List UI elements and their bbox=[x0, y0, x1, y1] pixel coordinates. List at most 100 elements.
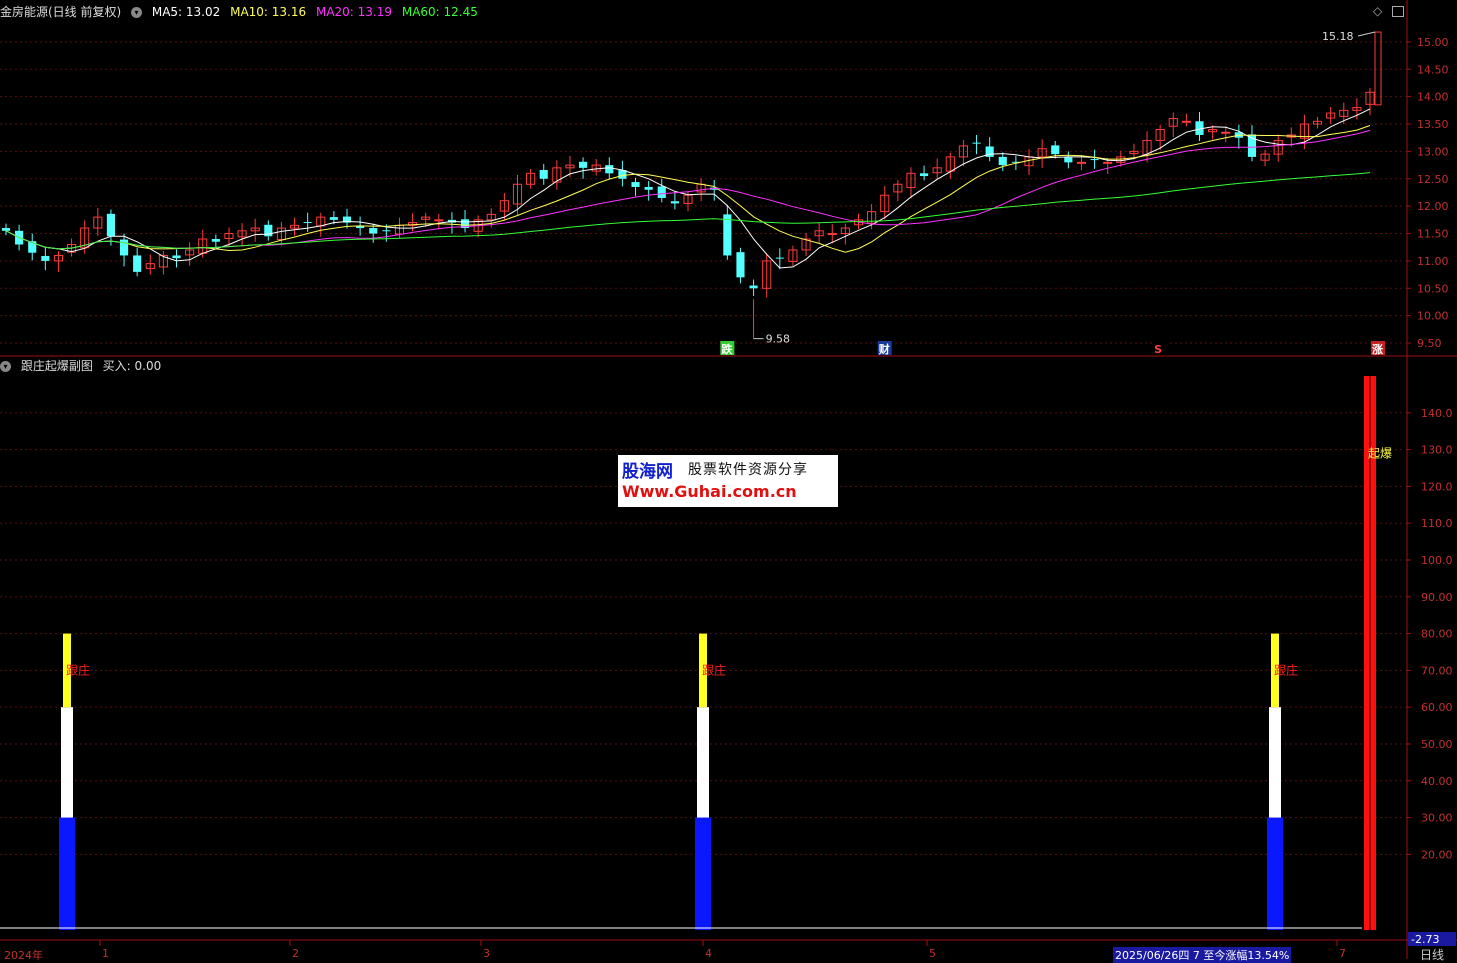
genzhuang-bar-blue bbox=[1267, 817, 1283, 930]
candle-body bbox=[1076, 161, 1087, 164]
candle-body bbox=[1090, 159, 1099, 161]
candle-body bbox=[579, 161, 588, 168]
candle-body bbox=[329, 217, 338, 220]
month-label: 4 bbox=[705, 947, 712, 959]
year-label: 2024年 bbox=[4, 949, 43, 962]
sub-header: ▾ 跟庄起爆副图 买入: 0.00 bbox=[0, 356, 167, 376]
candle-body bbox=[133, 255, 142, 272]
month-label: 1 bbox=[102, 947, 109, 959]
price-tick-label: 9.50 bbox=[1417, 337, 1442, 350]
candle-body bbox=[605, 165, 614, 174]
candle-body bbox=[723, 214, 732, 256]
price-tick-label: 15.00 bbox=[1417, 36, 1449, 49]
genzhuang-label: 跟庄 bbox=[66, 662, 90, 677]
genzhuang-label: 跟庄 bbox=[702, 662, 726, 677]
indicator-tick-label: 100.0 bbox=[1421, 554, 1453, 567]
candle-body bbox=[657, 186, 666, 198]
candle-body bbox=[1064, 157, 1073, 163]
candle-body bbox=[434, 219, 444, 222]
watermark-brand: 股海网 bbox=[622, 462, 673, 482]
low-label: 9.58 bbox=[766, 333, 791, 346]
diamond-icon[interactable]: ◇ bbox=[1373, 4, 1382, 18]
watermark: 股海网 股票软件资源分享 Www.Guhai.com.cn bbox=[618, 455, 838, 507]
indicator-tick-label: 60.00 bbox=[1421, 701, 1453, 714]
candle-body bbox=[1051, 145, 1060, 155]
genzhuang-bar-white bbox=[1269, 707, 1281, 818]
marker-die: 跌 bbox=[721, 342, 733, 356]
candle-body bbox=[775, 257, 784, 259]
watermark-url: Www.Guhai.com.cn bbox=[622, 482, 797, 501]
dropdown-icon[interactable]: ▾ bbox=[0, 361, 11, 372]
candle-body bbox=[106, 213, 115, 237]
indicator-tick-label: 70.00 bbox=[1421, 664, 1453, 677]
price-tick-label: 13.50 bbox=[1417, 118, 1449, 131]
month-label: 5 bbox=[929, 947, 936, 959]
price-tick-label: 13.00 bbox=[1417, 145, 1449, 158]
marker-zhang: 涨 bbox=[1372, 342, 1383, 356]
month-label: 2 bbox=[292, 947, 299, 959]
high-pointer bbox=[1357, 31, 1376, 37]
indicator-tick-label: 140.0 bbox=[1421, 407, 1453, 420]
price-tick-label: 14.50 bbox=[1417, 63, 1449, 76]
price-tick-label: 11.50 bbox=[1417, 228, 1449, 241]
genzhuang-label: 跟庄 bbox=[1274, 662, 1298, 677]
indicator-tick-label: 80.00 bbox=[1421, 628, 1453, 641]
candle-body bbox=[1, 228, 11, 231]
ma10-label: MA10: 13.16 bbox=[230, 5, 307, 19]
genzhuang-bar-blue bbox=[695, 817, 711, 930]
stock-title[interactable]: 金房能源(日线 前复权) bbox=[0, 5, 121, 19]
candle-body bbox=[1221, 131, 1231, 134]
genzhuang-bar-white bbox=[61, 707, 73, 818]
candle-body bbox=[644, 187, 653, 190]
candle-body bbox=[1181, 120, 1191, 123]
qibao-label: 起爆 bbox=[1368, 446, 1392, 460]
candle-body bbox=[749, 285, 758, 289]
range-info: 2025/06/26四 7 至今涨幅13.54% bbox=[1113, 947, 1292, 963]
period-label[interactable]: 日线 bbox=[1420, 946, 1444, 963]
indicator-tick-label: 20.00 bbox=[1421, 848, 1453, 861]
price-tick-label: 11.00 bbox=[1417, 255, 1449, 268]
indicator-title[interactable]: 跟庄起爆副图 bbox=[21, 359, 93, 373]
baseline-label: -2.73 bbox=[1411, 933, 1439, 946]
indicator-tick-label: 90.00 bbox=[1421, 591, 1453, 604]
ma5-label: MA5: 13.02 bbox=[151, 5, 221, 19]
candle-body bbox=[972, 142, 981, 144]
genzhuang-bar-blue bbox=[59, 817, 75, 930]
price-tick-label: 12.00 bbox=[1417, 200, 1449, 213]
candle-body bbox=[827, 233, 837, 236]
watermark-tagline: 股票软件资源分享 bbox=[688, 462, 808, 478]
genzhuang-bar-white bbox=[697, 707, 709, 818]
candle-body bbox=[998, 156, 1007, 166]
marker-s: S bbox=[1154, 343, 1162, 356]
price-tick-label: 10.50 bbox=[1417, 282, 1449, 295]
price-tick-label: 12.50 bbox=[1417, 173, 1449, 186]
candle-body bbox=[670, 201, 679, 204]
high-label: 15.18 bbox=[1322, 30, 1354, 43]
buy-value: 买入: 0.00 bbox=[102, 359, 162, 373]
ma5-line bbox=[5, 108, 1371, 269]
window-restore-icon[interactable] bbox=[1392, 6, 1404, 17]
candle-body bbox=[303, 222, 312, 224]
indicator-tick-label: 40.00 bbox=[1421, 775, 1453, 788]
indicator-tick-label: 110.0 bbox=[1421, 517, 1453, 530]
price-tick-label: 14.00 bbox=[1417, 91, 1449, 104]
price-tick-label: 10.00 bbox=[1417, 310, 1449, 323]
candle-body bbox=[736, 252, 745, 278]
candle-body bbox=[1103, 161, 1113, 164]
indicator-tick-label: 120.0 bbox=[1421, 480, 1453, 493]
dropdown-icon[interactable]: ▾ bbox=[131, 7, 143, 18]
price-header: 金房能源(日线 前复权) ▾ MA5: 13.02 MA10: 13.16 MA… bbox=[0, 2, 484, 22]
ma20-label: MA20: 13.19 bbox=[315, 5, 393, 19]
ma60-label: MA60: 12.45 bbox=[401, 5, 478, 19]
candle-body bbox=[631, 182, 640, 187]
month-label: 3 bbox=[483, 947, 490, 959]
candle-body bbox=[539, 170, 548, 179]
candle-body bbox=[369, 228, 378, 234]
indicator-tick-label: 130.0 bbox=[1421, 444, 1453, 457]
marker-cai: 财 bbox=[878, 342, 890, 356]
ma20-line bbox=[5, 129, 1371, 250]
chart-window: 15.00 14.50 14.00 13.50 13.00 12.50 12.00 11.50… bbox=[0, 0, 1457, 963]
candle-body bbox=[41, 255, 50, 261]
candle-body bbox=[920, 173, 929, 177]
indicator-tick-label: 30.00 bbox=[1421, 812, 1453, 825]
